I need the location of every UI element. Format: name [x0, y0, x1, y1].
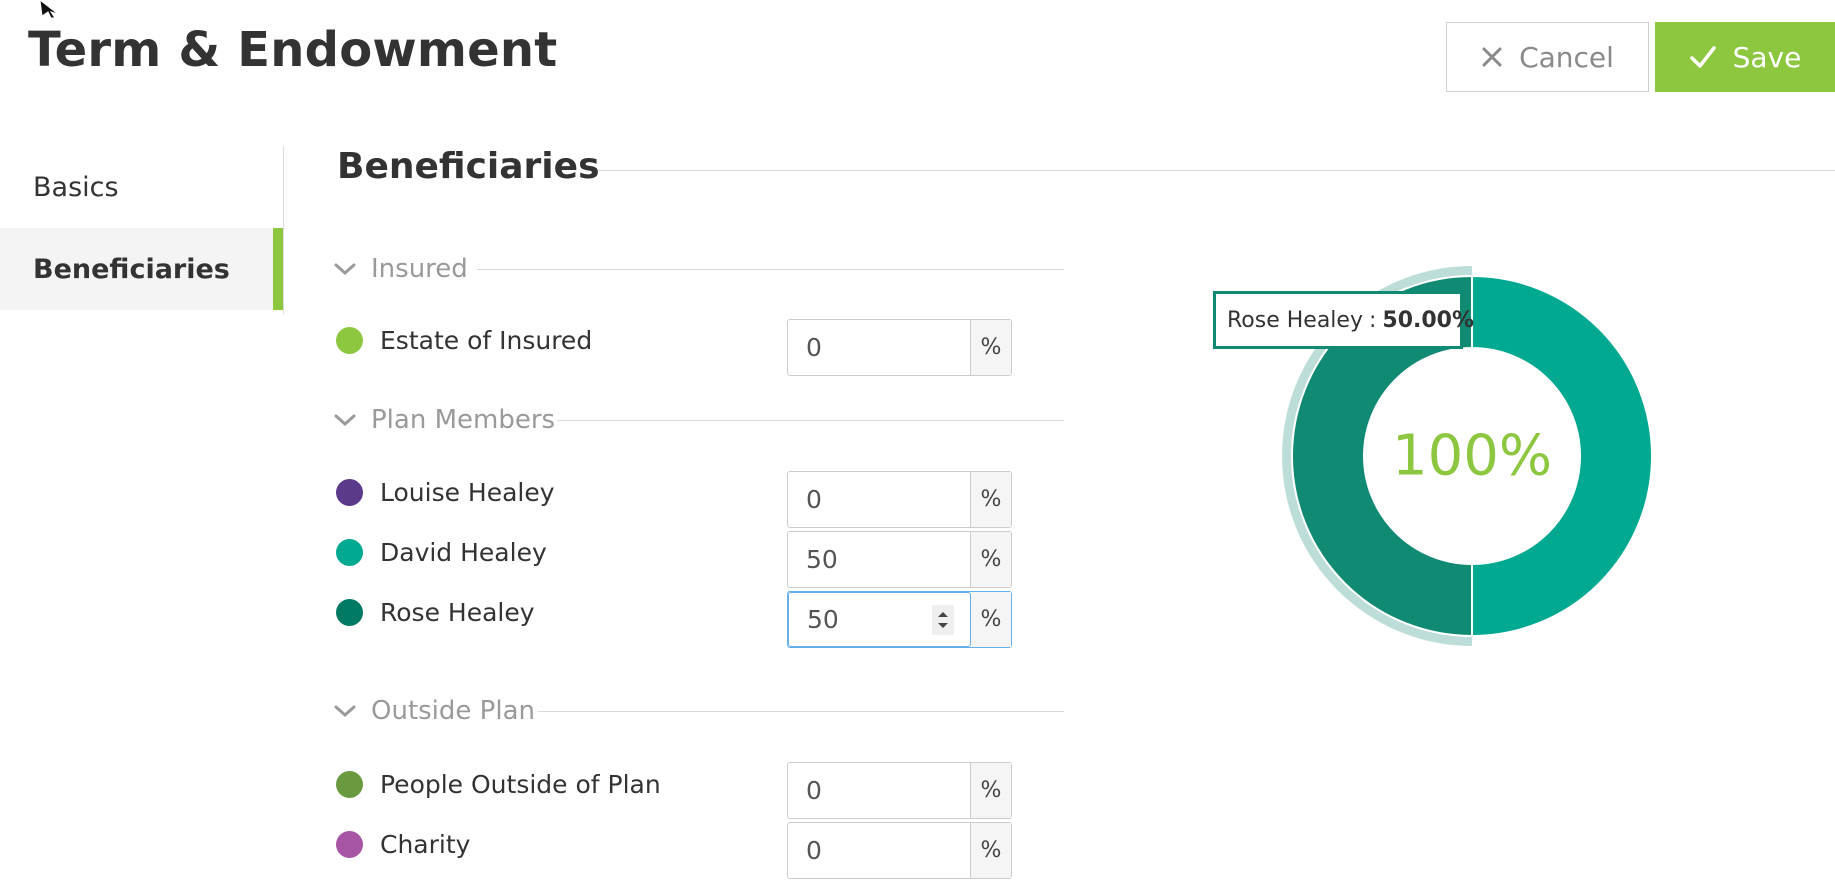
chart-center-label: 100% [1392, 424, 1552, 489]
beneficiary-name: Charity [380, 830, 471, 859]
beneficiary-row: Louise Healey [336, 478, 555, 507]
percent-addon: % [971, 823, 1011, 878]
color-dot [336, 771, 363, 798]
percent-addon: % [971, 472, 1011, 527]
page: Term & Endowment Cancel Save Basics Bene… [0, 0, 1835, 883]
sidebar-nav: Basics Beneficiaries [0, 146, 284, 310]
close-icon [1481, 46, 1503, 68]
people-outside-of-plan-percent-input[interactable] [788, 763, 971, 818]
sidebar-item-basics[interactable]: Basics [0, 146, 284, 228]
sidebar-divider [283, 146, 284, 314]
sidebar-item-label: Basics [33, 171, 119, 203]
percent-input-group: % [787, 822, 1012, 879]
percent-addon: % [971, 532, 1011, 587]
sidebar-item-label: Beneficiaries [33, 253, 230, 285]
color-dot [336, 599, 363, 626]
tooltip-name: Rose Healey [1227, 307, 1363, 333]
sidebar-item-beneficiaries[interactable]: Beneficiaries [0, 228, 284, 310]
mouse-cursor-icon [39, 0, 59, 18]
tooltip-value: 50.00% [1382, 307, 1475, 333]
chevron-down-icon [333, 702, 357, 720]
beneficiary-name: Estate of Insured [380, 326, 593, 355]
estate-of-insured-percent-input[interactable] [788, 320, 971, 375]
page-title: Term & Endowment [28, 22, 558, 78]
percent-input-group: % [787, 762, 1012, 819]
group-divider [538, 711, 1064, 712]
section-divider [598, 170, 1835, 171]
charity-percent-input[interactable] [788, 823, 971, 878]
beneficiary-name: People Outside of Plan [380, 770, 661, 799]
louise-healey-percent-input[interactable] [788, 472, 971, 527]
chevron-down-icon [333, 411, 357, 429]
save-label: Save [1732, 40, 1802, 74]
color-dot [336, 831, 363, 858]
beneficiary-row: People Outside of Plan [336, 770, 661, 799]
percent-addon: % [971, 763, 1011, 818]
percent-input-group: % [787, 591, 1012, 648]
beneficiary-name: Rose Healey [380, 598, 535, 627]
save-button[interactable]: Save [1655, 22, 1835, 92]
beneficiary-row: Estate of Insured [336, 326, 592, 355]
color-dot [336, 479, 363, 506]
chevron-down-icon [333, 260, 357, 278]
check-icon [1689, 45, 1717, 69]
percent-input-group: % [787, 471, 1012, 528]
group-label: Insured [371, 254, 468, 284]
group-toggle-outside-plan[interactable]: Outside Plan [333, 696, 535, 726]
tooltip-separator: : [1368, 307, 1377, 333]
percent-addon: % [971, 320, 1011, 375]
color-dot [336, 327, 363, 354]
beneficiary-name: David Healey [380, 538, 547, 567]
beneficiary-row: Charity [336, 830, 470, 859]
beneficiary-name: Louise Healey [380, 478, 555, 507]
percent-input-group: % [787, 319, 1012, 376]
chart-tooltip: Rose Healey : 50.00% [1213, 291, 1474, 349]
david-healey-percent-input[interactable] [788, 532, 971, 587]
group-divider [557, 420, 1064, 421]
color-dot [336, 539, 363, 566]
group-toggle-plan-members[interactable]: Plan Members [333, 405, 555, 435]
percent-input-group: % [787, 531, 1012, 588]
section-title: Beneficiaries [337, 146, 600, 187]
group-toggle-insured[interactable]: Insured [333, 254, 468, 284]
group-label: Outside Plan [371, 696, 535, 726]
cancel-button[interactable]: Cancel [1446, 22, 1649, 92]
group-label: Plan Members [371, 405, 556, 435]
number-spinner-icon[interactable] [932, 605, 954, 635]
percent-addon: % [971, 592, 1011, 647]
cancel-label: Cancel [1519, 40, 1614, 74]
group-divider [477, 269, 1064, 270]
beneficiary-row: Rose Healey [336, 598, 535, 627]
beneficiary-row: David Healey [336, 538, 547, 567]
